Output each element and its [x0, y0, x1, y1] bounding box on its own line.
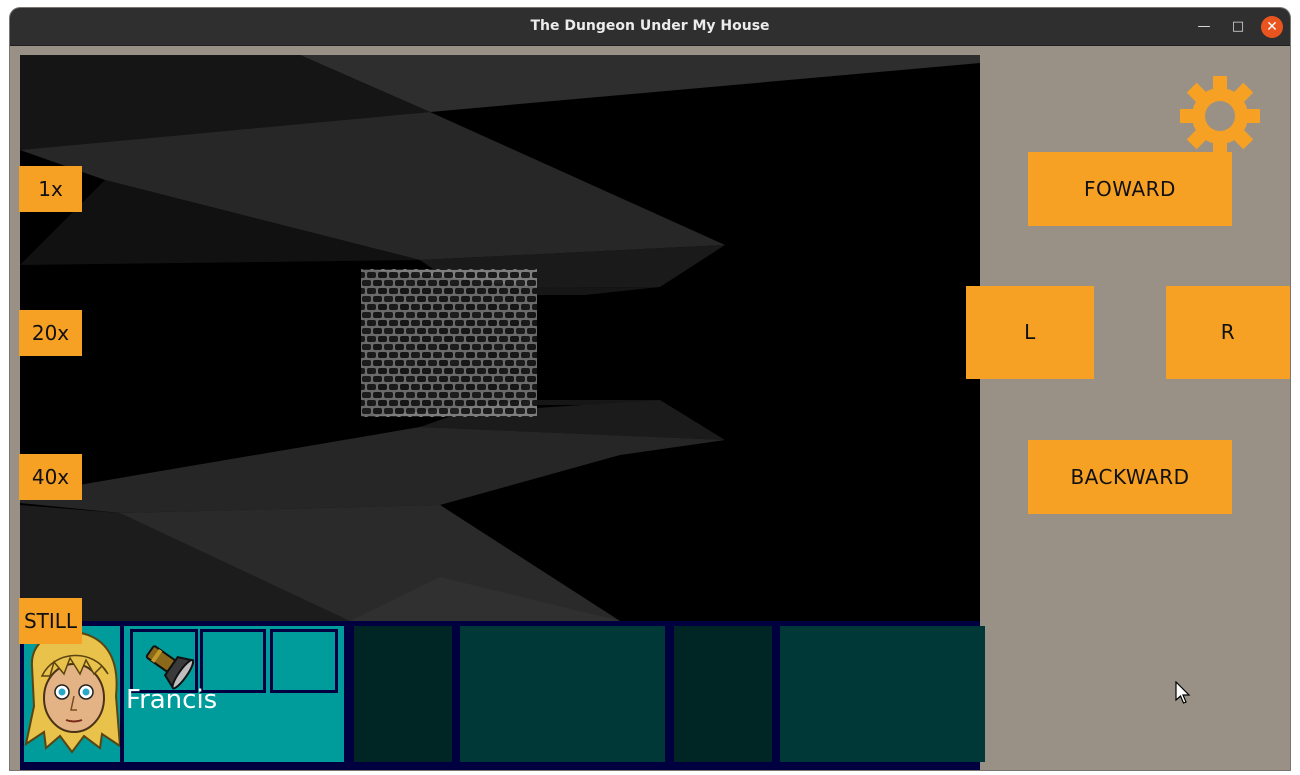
turn-left-button[interactable]: L [966, 286, 1094, 379]
portrait-francis [24, 630, 122, 754]
character-name: Francis [126, 685, 218, 715]
title-bar[interactable]: The Dungeon Under My House — □ ✕ [10, 8, 1290, 46]
mouse-cursor-icon [1175, 681, 1191, 704]
portrait-slot[interactable] [24, 626, 122, 762]
inventory-slot-flashlight[interactable] [130, 629, 198, 693]
minimize-icon[interactable]: — [1193, 16, 1215, 38]
empty-party-slot-2[interactable] [460, 626, 665, 762]
window-title: The Dungeon Under My House [530, 18, 770, 34]
maximize-icon[interactable]: □ [1227, 16, 1249, 38]
gear-icon [1180, 76, 1260, 156]
empty-party-slot-1[interactable] [354, 626, 452, 762]
speed-40x-button[interactable]: 40x [19, 454, 82, 500]
backward-button[interactable]: BACKWARD [1028, 440, 1232, 514]
inventory-slot-3[interactable] [270, 629, 338, 693]
flashlight-icon [145, 645, 195, 690]
app-window: The Dungeon Under My House — □ ✕ 1x 20x … [10, 8, 1290, 770]
speed-1x-button[interactable]: 1x [19, 166, 82, 212]
close-icon[interactable]: ✕ [1261, 16, 1283, 38]
dungeon-viewport[interactable] [20, 55, 980, 621]
inventory-slot-2[interactable] [200, 629, 266, 693]
speed-20x-button[interactable]: 20x [19, 310, 82, 356]
empty-party-slot-3[interactable] [674, 626, 772, 762]
forward-button[interactable]: FOWARD [1028, 152, 1232, 226]
empty-party-slot-4[interactable] [780, 626, 985, 762]
turn-right-button[interactable]: R [1166, 286, 1290, 379]
settings-button[interactable] [1178, 74, 1262, 158]
dungeon-corridor-view [20, 55, 980, 621]
speed-still-button[interactable]: STILL [19, 598, 82, 644]
